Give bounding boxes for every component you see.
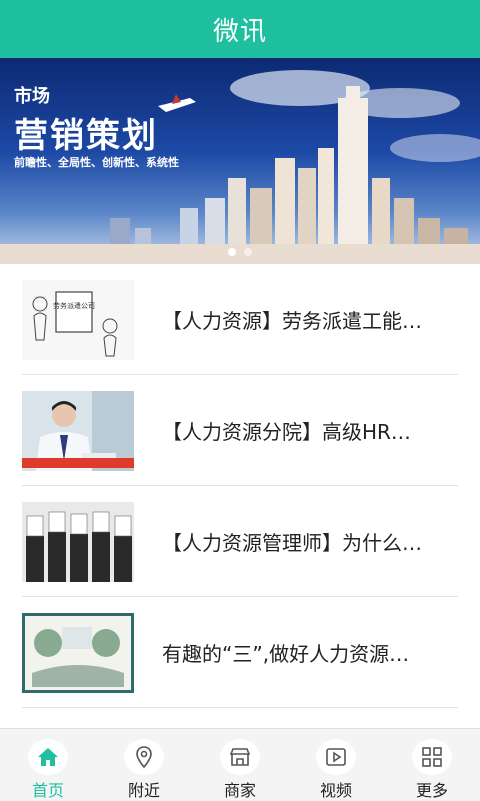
list-item[interactable]: 【人力资源管理师】为什么… — [22, 486, 458, 597]
store-icon — [220, 739, 260, 775]
article-thumbnail: 劳务派遣公司 — [22, 280, 134, 360]
tab-label: 视频 — [319, 781, 352, 800]
list-item[interactable]: 【人力资源分院】高级HR… — [22, 375, 458, 486]
tab-nearby[interactable]: 附近 — [96, 729, 192, 801]
banner-line1: 市场 — [14, 86, 50, 107]
tab-label: 附近 — [127, 781, 160, 800]
carousel-dot[interactable] — [244, 248, 252, 256]
carousel-dot[interactable] — [228, 248, 236, 256]
carousel-indicators — [0, 248, 480, 256]
list-item-partial-thumbnail — [22, 458, 134, 468]
thumb-caption: 劳务派遣公司 — [53, 301, 95, 310]
home-icon — [28, 739, 68, 775]
airplane-icon — [158, 94, 196, 112]
banner-line2: 营销策划 — [14, 116, 158, 156]
bottom-tab-bar: 首页 附近 商家 视频 更多 — [0, 728, 480, 801]
article-thumbnail — [22, 613, 134, 693]
app-header: 微讯 — [0, 0, 480, 58]
page-title: 微讯 — [212, 16, 267, 47]
list-item[interactable]: 劳务派遣公司 【人力资源】劳务派遣工能… — [22, 264, 458, 375]
article-thumbnail — [22, 502, 134, 582]
location-icon — [124, 739, 164, 775]
video-icon — [316, 739, 356, 775]
article-list: 劳务派遣公司 【人力资源】劳务派遣工能… 【人力资源分院】高级HR… 【人力资源… — [0, 264, 480, 728]
tab-home[interactable]: 首页 — [0, 729, 96, 801]
tab-video[interactable]: 视频 — [288, 729, 384, 801]
tab-more[interactable]: 更多 — [384, 729, 480, 801]
banner-carousel[interactable]: 市场 营销策划 前瞻性、全局性、创新性、系统性 — [0, 58, 480, 264]
article-title[interactable]: 有趣的“三”,做好人力资源… — [162, 597, 462, 707]
tab-merchants[interactable]: 商家 — [192, 729, 288, 801]
article-title[interactable]: 【人力资源管理师】为什么… — [162, 486, 462, 596]
grid-icon — [412, 739, 452, 775]
tab-label: 更多 — [415, 781, 448, 800]
article-title[interactable]: 【人力资源】劳务派遣工能… — [162, 264, 462, 374]
tab-label: 首页 — [31, 781, 64, 800]
banner-line3: 前瞻性、全局性、创新性、系统性 — [14, 156, 179, 169]
list-item[interactable]: 有趣的“三”,做好人力资源… — [22, 597, 458, 708]
tab-label: 商家 — [223, 781, 256, 800]
article-title[interactable]: 【人力资源分院】高级HR… — [162, 375, 462, 485]
